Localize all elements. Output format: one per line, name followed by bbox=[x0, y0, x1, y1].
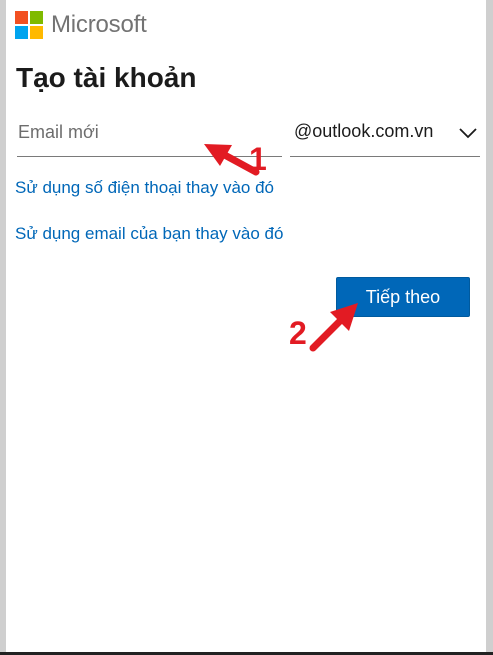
new-email-input[interactable] bbox=[17, 112, 283, 152]
logo-square-red bbox=[15, 11, 28, 24]
domain-select-value: @outlook.com.vn bbox=[294, 121, 434, 141]
logo-square-blue bbox=[15, 26, 28, 39]
frame-right-border bbox=[486, 0, 493, 655]
logo-square-green bbox=[30, 11, 43, 24]
email-field-container bbox=[17, 112, 283, 157]
domain-select[interactable]: @outlook.com.vn bbox=[290, 112, 480, 157]
logo-square-yellow bbox=[30, 26, 43, 39]
chevron-down-icon bbox=[459, 128, 477, 139]
signup-page: Microsoft Tạo tài khoản @outlook.com.vn … bbox=[6, 0, 486, 652]
brand-name: Microsoft bbox=[51, 11, 147, 38]
page-title: Tạo tài khoản bbox=[16, 62, 197, 93]
use-existing-email-link[interactable]: Sử dụng email của bạn thay vào đó bbox=[15, 224, 283, 244]
next-button[interactable]: Tiếp theo bbox=[336, 277, 470, 317]
microsoft-logo-icon bbox=[15, 11, 43, 39]
tutorial-annotations: 1 2 bbox=[204, 141, 358, 352]
microsoft-logo: Microsoft bbox=[15, 11, 147, 39]
annotation-step-2-label: 2 bbox=[289, 315, 307, 351]
use-phone-link[interactable]: Sử dụng số điện thoại thay vào đó bbox=[15, 178, 274, 198]
